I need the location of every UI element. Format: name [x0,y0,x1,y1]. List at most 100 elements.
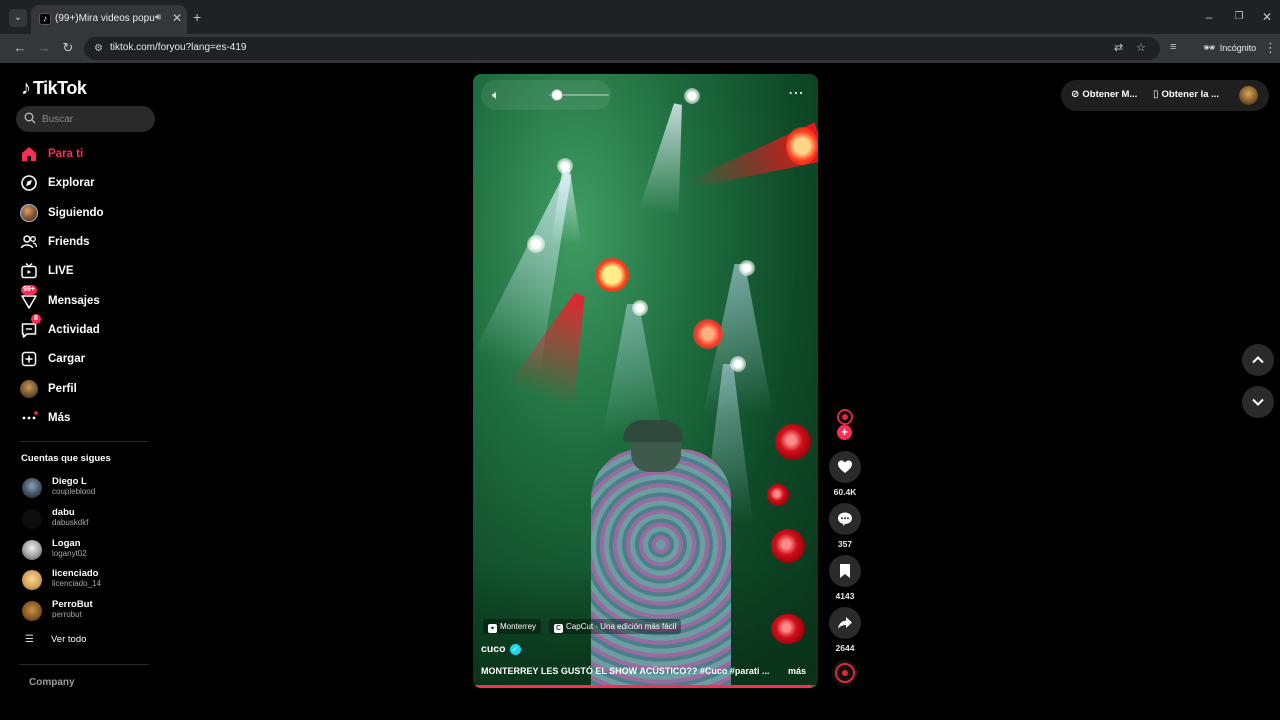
search-input[interactable] [42,110,147,128]
video-player[interactable]: 🔈︎ ⋯ ⌖ Monterrey C CapCut · Una edición má… [473,74,818,688]
upload-icon [19,349,39,369]
site-info-icon[interactable]: ⚙ [92,42,105,55]
account-name: PerroBut [52,599,93,610]
tab-audio-icon[interactable]: 🔊︎ [155,12,161,23]
nav-para-ti[interactable]: Para ti [19,143,149,165]
get-app-button-2[interactable]: ▯ Obtener la ... [1153,89,1219,100]
get-app-button-1[interactable]: ⊘ Obtener M... [1071,89,1137,100]
rose [767,484,789,506]
heart-icon [838,460,852,473]
top-right-actions: ⊘ Obtener M... ▯ Obtener la ... [1061,80,1269,111]
browser-menu-icon[interactable]: ⋮ [1264,40,1277,56]
account-username: perrobut [52,610,82,619]
caption-more-link[interactable]: más [788,666,806,676]
compass-small-icon: ⊘ [1071,89,1080,100]
share-button[interactable] [829,607,861,639]
tiktok-favicon-icon: ♪ [39,13,51,25]
see-all-following[interactable]: ☰ Ver todo [25,634,86,645]
followed-account-diego-l[interactable]: Diego L coupleblood [22,475,152,499]
nav-label: Friends [48,236,90,248]
nav-mensajes[interactable]: 99+ Mensajes [19,285,149,312]
nav-siguiendo[interactable]: Siguiendo [19,202,149,224]
followed-account-dabu[interactable]: dabu dabuskdkf [22,506,152,530]
nav-mas[interactable]: Más [19,407,149,429]
save-button[interactable] [829,555,861,587]
account-username: dabuskdkf [52,518,89,527]
account-username: licenciado_14 [52,579,101,588]
minimize-button[interactable]: – [1199,10,1219,24]
translate-icon[interactable]: ⇄ [1114,41,1123,54]
location-pin-icon: ⌖ [488,624,497,633]
restore-button[interactable]: ❐ [1229,11,1249,22]
stage-light [786,127,818,165]
tiktok-note-icon: ♪ [21,77,31,99]
forward-button[interactable]: → [36,40,52,56]
video-more-options-icon[interactable]: ⋯ [788,86,805,102]
get-app-label: Obtener M... [1082,89,1138,100]
stage-light [557,158,573,174]
nav-actividad[interactable]: 8 Actividad [19,314,149,341]
capcut-chip[interactable]: C CapCut · Una edición más fácil [549,619,682,634]
video-chips: ⌖ Monterrey C CapCut · Una edición más fác… [483,619,682,634]
bookmark-star-icon[interactable]: ☆ [1136,41,1146,54]
friends-icon [19,232,39,252]
followed-account-perrobut[interactable]: PerroBut perrobut [22,598,152,622]
sidebar-divider [19,441,149,442]
logo-text: TikTok [33,77,87,98]
messages-icon: 99+ [19,285,39,311]
next-video-button[interactable] [1242,386,1274,418]
stage-light [730,356,746,372]
roses-decoration [765,414,815,664]
nav-label: Siguiendo [48,207,104,219]
volume-icon[interactable]: 🔈︎ [492,87,500,103]
nav-explorar[interactable]: Explorar [19,172,149,194]
nav-label: LIVE [48,265,74,277]
volume-slider-handle[interactable] [551,89,563,101]
account-name: licenciado [52,568,99,579]
chevron-up-icon [1252,356,1264,364]
search-box[interactable] [16,106,155,132]
company-link[interactable]: Company [29,677,75,688]
like-button[interactable] [829,451,861,483]
window-close-button[interactable]: ✕ [1257,10,1277,24]
media-controls-icon[interactable]: ≡ [1170,41,1176,53]
tab-close-icon[interactable]: ✕ [172,11,182,25]
avatar [22,478,42,498]
stage-light [527,235,545,253]
reload-button[interactable]: ↻ [60,40,76,56]
new-tab-button[interactable]: + [193,10,201,24]
nav-perfil[interactable]: Perfil [19,378,149,400]
video-author[interactable]: cuco ✓ [481,643,521,655]
followed-account-logan[interactable]: Logan loganyt02 [22,537,152,561]
rose [771,614,805,644]
follow-button[interactable]: + [837,425,852,440]
stage-light [595,258,629,292]
browser-tab[interactable]: ♪ (99+)Mira videos populares 🔊︎ ✕ [31,5,187,34]
back-button[interactable]: ← [12,40,28,56]
activity-badge: 8 [31,314,41,324]
followed-account-licenciado[interactable]: licenciado licenciado_14 [22,567,152,591]
nav-friends[interactable]: Friends [19,231,149,253]
following-avatar [19,203,39,223]
tab-search-button[interactable]: ⌄ [9,9,27,27]
address-bar[interactable]: ⚙ tiktok.com/foryou?lang=es-419 ⇄ ☆ [84,37,1160,60]
rose [771,529,805,563]
save-count: 4143 [835,591,855,601]
incognito-indicator[interactable]: 🕶︎ Incógnito [1195,38,1264,58]
video-progress-bar[interactable] [473,685,818,688]
music-disc[interactable] [832,660,858,686]
location-chip[interactable]: ⌖ Monterrey [483,619,542,634]
comment-button[interactable] [829,503,861,535]
previous-video-button[interactable] [1242,344,1274,376]
see-all-label: Ver todo [51,634,87,645]
avatar[interactable] [1239,86,1258,105]
avatar [22,570,42,590]
live-tv-icon [19,261,39,281]
nav-live[interactable]: LIVE [19,260,149,282]
nav-cargar[interactable]: Cargar [19,348,149,370]
volume-control[interactable]: 🔈︎ [481,80,611,110]
get-app-label: Obtener la ... [1161,89,1220,100]
chevron-down-icon [1252,398,1264,406]
tiktok-logo[interactable]: ♪ TikTok [21,77,87,99]
account-username: loganyt02 [52,549,87,558]
